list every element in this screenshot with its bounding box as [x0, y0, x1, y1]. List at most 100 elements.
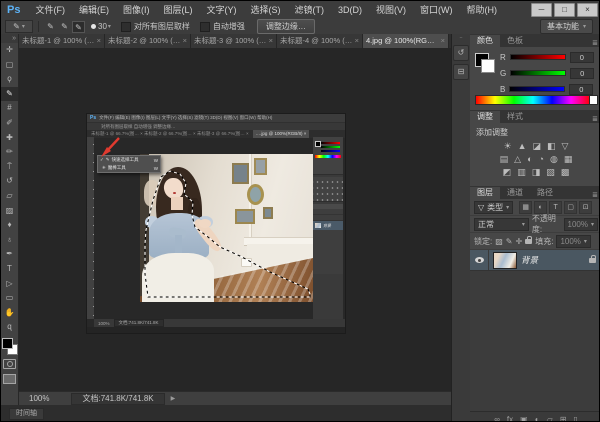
- panel-menu-icon[interactable]: ≣: [592, 191, 600, 199]
- pen-tool-icon[interactable]: ✒: [1, 247, 18, 262]
- tab-untitled-3[interactable]: 未标题-3 @ 100% (…×: [191, 34, 277, 48]
- close-button[interactable]: ×: [577, 3, 598, 17]
- tab-untitled-1[interactable]: 未标题-1 @ 100% (…×: [19, 34, 105, 48]
- refine-edge-button[interactable]: 调整边缘…: [257, 19, 315, 34]
- delete-layer-icon[interactable]: ▯: [573, 415, 577, 422]
- red-value[interactable]: 0: [570, 52, 594, 63]
- maximize-button[interactable]: □: [554, 3, 575, 17]
- layer-filter-icon[interactable]: ⊡: [579, 201, 592, 214]
- lasso-tool-icon[interactable]: ϙ: [1, 72, 18, 87]
- green-slider[interactable]: [510, 70, 566, 76]
- layer-thumbnail[interactable]: [493, 252, 517, 269]
- adjustment-icon[interactable]: ◔: [539, 153, 544, 166]
- shape-tool-icon[interactable]: ▭: [1, 291, 18, 306]
- sample-all-layers-checkbox[interactable]: [121, 22, 131, 32]
- layer-name[interactable]: 背景: [521, 254, 538, 266]
- menu-item[interactable]: 滤镜(T): [287, 2, 331, 19]
- zoom-level-field[interactable]: 100%: [19, 394, 57, 403]
- adjustment-icon[interactable]: ☀: [504, 140, 512, 153]
- filter-type-dropdown[interactable]: ▽ 类型 ▾: [474, 201, 513, 214]
- close-icon[interactable]: ×: [353, 34, 359, 48]
- adjustment-icon[interactable]: ▩: [561, 166, 570, 179]
- panel-menu-icon[interactable]: ≣: [592, 39, 600, 47]
- eyedropper-tool-icon[interactable]: ✐: [1, 116, 18, 131]
- blend-mode-dropdown[interactable]: 正常 ▾: [474, 218, 529, 231]
- healing-brush-tool-icon[interactable]: ✚: [1, 131, 18, 146]
- adjustment-icon[interactable]: ▦: [564, 153, 573, 166]
- layer-filter-icon[interactable]: ◐: [534, 201, 547, 214]
- close-icon[interactable]: ×: [267, 34, 273, 48]
- crop-tool-icon[interactable]: #: [1, 101, 18, 116]
- visibility-toggle[interactable]: [470, 250, 489, 270]
- close-icon[interactable]: ×: [181, 34, 187, 48]
- layer-filter-icon[interactable]: T: [549, 201, 562, 214]
- close-icon[interactable]: ×: [439, 34, 445, 48]
- blue-slider[interactable]: [509, 86, 565, 92]
- red-slider[interactable]: [510, 54, 566, 60]
- adjustment-icon[interactable]: ◐: [527, 153, 532, 166]
- lock-all-icon[interactable]: [525, 239, 532, 244]
- blur-tool-icon[interactable]: ♦: [1, 218, 18, 233]
- dodge-tool-icon[interactable]: ♁: [1, 233, 18, 248]
- opacity-value[interactable]: 100% ▾: [564, 218, 598, 231]
- marquee-tool-icon[interactable]: ▢: [1, 58, 18, 73]
- zoom-tool-icon[interactable]: ɋ: [1, 320, 18, 335]
- tab-channels[interactable]: 通道: [500, 187, 530, 199]
- auto-enhance-checkbox[interactable]: [200, 22, 210, 32]
- layer-filter-icon[interactable]: ▦: [519, 201, 532, 214]
- green-value[interactable]: 0: [570, 68, 594, 79]
- tab-color[interactable]: 颜色: [470, 35, 500, 47]
- menu-item-magic-wand[interactable]: ✳ 魔棒工具 W: [98, 164, 160, 172]
- menu-item[interactable]: 图层(L): [156, 2, 199, 19]
- history-panel-icon[interactable]: ↺: [453, 45, 469, 61]
- adjustment-icon[interactable]: ◩: [503, 166, 512, 179]
- menu-item[interactable]: 编辑(E): [72, 2, 116, 19]
- tab-untitled-4[interactable]: 未标题-4 @ 100% (…×: [277, 34, 363, 48]
- canvas-area[interactable]: Ps 文件(F) 编辑(E) 图像(I) 图层(L) 文字(Y) 选择(S) 滤…: [19, 48, 451, 391]
- adjustment-icon[interactable]: ◧: [547, 140, 556, 153]
- tab-styles[interactable]: 样式: [500, 111, 530, 123]
- adjustment-icon[interactable]: ▥: [517, 166, 526, 179]
- tab-paths[interactable]: 路径: [530, 187, 560, 199]
- menu-item[interactable]: 帮助(H): [459, 2, 504, 19]
- tab-untitled-2[interactable]: 未标题-2 @ 100% (…×: [105, 34, 191, 48]
- move-tool-icon[interactable]: ✛: [1, 43, 18, 58]
- layer-filter-icon[interactable]: ▢: [564, 201, 577, 214]
- menu-item[interactable]: 视图(V): [369, 2, 413, 19]
- close-icon[interactable]: ×: [95, 34, 101, 48]
- quick-selection-tool-icon[interactable]: ✎: [1, 87, 18, 102]
- timeline-tab[interactable]: 时间轴: [9, 408, 44, 420]
- status-expand-icon[interactable]: ▶: [171, 395, 176, 402]
- minimize-button[interactable]: ─: [531, 3, 552, 17]
- selection-mode-icon[interactable]: ✎: [72, 21, 85, 33]
- background-layer-row[interactable]: 背景: [470, 250, 600, 271]
- fill-value[interactable]: 100% ▾: [556, 235, 590, 248]
- add-mask-icon[interactable]: ▣: [520, 415, 528, 422]
- tab-adjustments[interactable]: 调整: [470, 111, 500, 123]
- foreground-color-swatch[interactable]: [2, 338, 13, 349]
- toolbar-collapse-icon[interactable]: »: [1, 34, 18, 43]
- adjustment-icon[interactable]: ◍: [550, 153, 558, 166]
- adjustment-icon[interactable]: ◨: [532, 166, 541, 179]
- panel-color-swatches[interactable]: [475, 53, 495, 73]
- new-group-icon[interactable]: ▱: [547, 415, 553, 422]
- dock-collapse-icon[interactable]: ∙∙: [452, 34, 470, 42]
- tab-4jpg-active[interactable]: 4.jpg @ 100%(RGB/8)×: [363, 34, 449, 48]
- tab-layers[interactable]: 图层: [470, 187, 500, 199]
- adjustment-icon[interactable]: ◪: [533, 140, 542, 153]
- type-tool-icon[interactable]: T: [1, 262, 18, 277]
- properties-panel-icon[interactable]: ⊟: [453, 64, 469, 80]
- menu-item[interactable]: 文件(F): [28, 2, 72, 19]
- menu-item[interactable]: 文字(Y): [199, 2, 243, 19]
- selection-mode-icon[interactable]: ✎: [58, 21, 71, 33]
- path-selection-tool-icon[interactable]: ▷: [1, 277, 18, 292]
- screen-mode-icon[interactable]: [3, 374, 16, 384]
- layer-style-icon[interactable]: fx: [507, 415, 513, 422]
- history-brush-tool-icon[interactable]: ↺: [1, 174, 18, 189]
- lock-transparency-icon[interactable]: ▨: [495, 237, 503, 246]
- tab-swatches[interactable]: 色板: [500, 35, 530, 47]
- background-color-swatch[interactable]: [481, 59, 495, 73]
- gradient-tool-icon[interactable]: ▨: [1, 204, 18, 219]
- lock-position-icon[interactable]: ✛: [516, 237, 523, 246]
- blue-value[interactable]: 0: [569, 84, 593, 95]
